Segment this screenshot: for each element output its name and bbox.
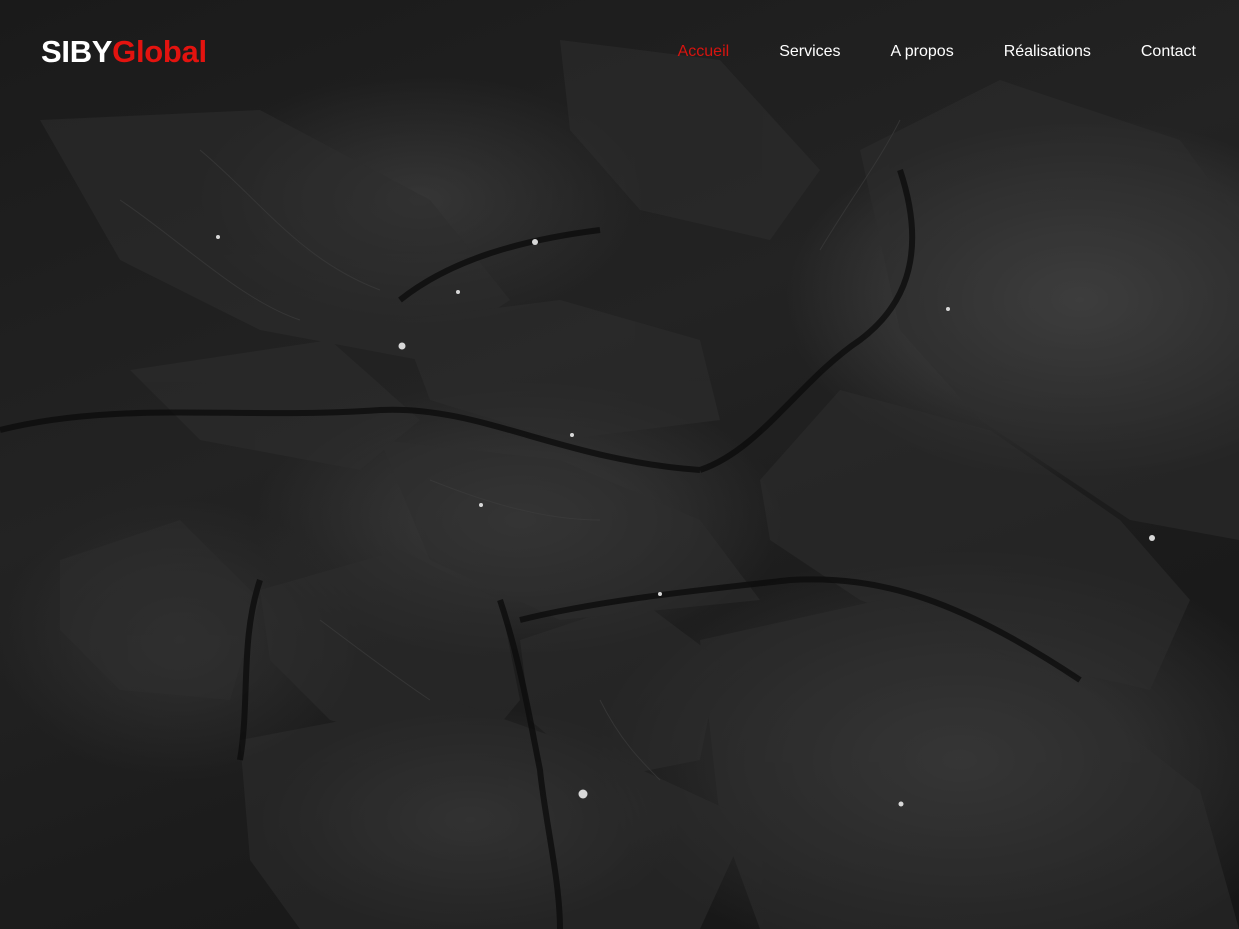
brand-logo-part-global: Global — [112, 34, 207, 69]
cracked-leaves-texture — [0, 40, 1239, 929]
nav-item-services[interactable]: Services — [779, 42, 840, 62]
top-navbar: SIBYGlobal Accueil Services A propos Réa… — [0, 0, 1239, 104]
hero-background: SIBYGlobal Accueil Services A propos Réa… — [0, 0, 1239, 929]
nav-item-a-propos[interactable]: A propos — [891, 42, 954, 62]
nav-item-contact[interactable]: Contact — [1141, 42, 1196, 62]
brand-logo-part-siby: SIBY — [41, 34, 113, 69]
nav-item-accueil[interactable]: Accueil — [678, 42, 730, 62]
main-menu: Accueil Services A propos Réalisations C… — [628, 42, 1196, 62]
brand-logo[interactable]: SIBYGlobal — [41, 33, 207, 71]
nav-item-realisations[interactable]: Réalisations — [1004, 42, 1091, 62]
